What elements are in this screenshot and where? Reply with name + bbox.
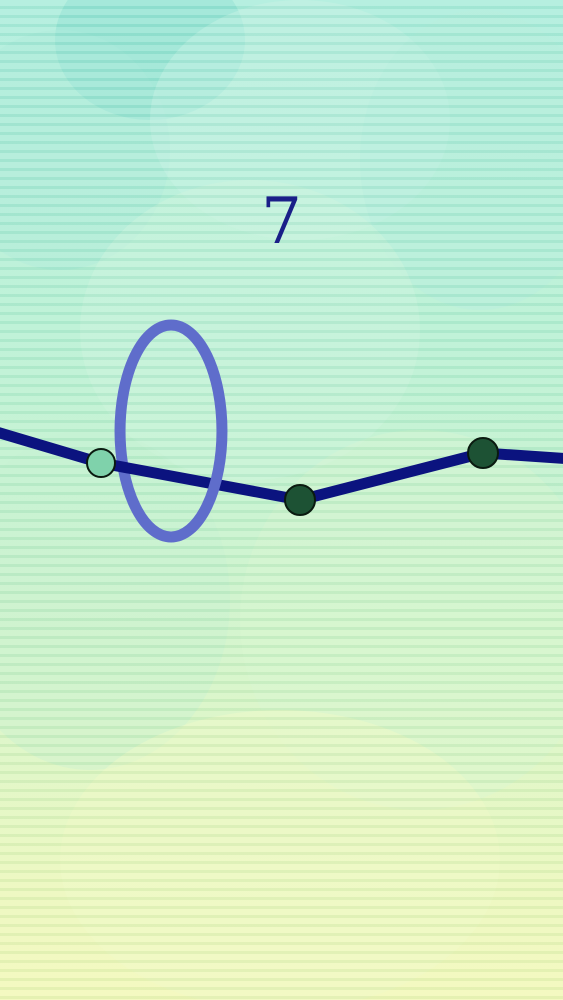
- hoop-ring-front[interactable]: [170, 319, 228, 543]
- game-screen[interactable]: 7: [0, 0, 563, 1000]
- play-field: [0, 319, 563, 543]
- track-node-upcoming: [284, 484, 316, 516]
- hoop-ring-back: [114, 319, 172, 543]
- track-node-passed: [86, 448, 116, 478]
- track-node-upcoming: [467, 437, 499, 469]
